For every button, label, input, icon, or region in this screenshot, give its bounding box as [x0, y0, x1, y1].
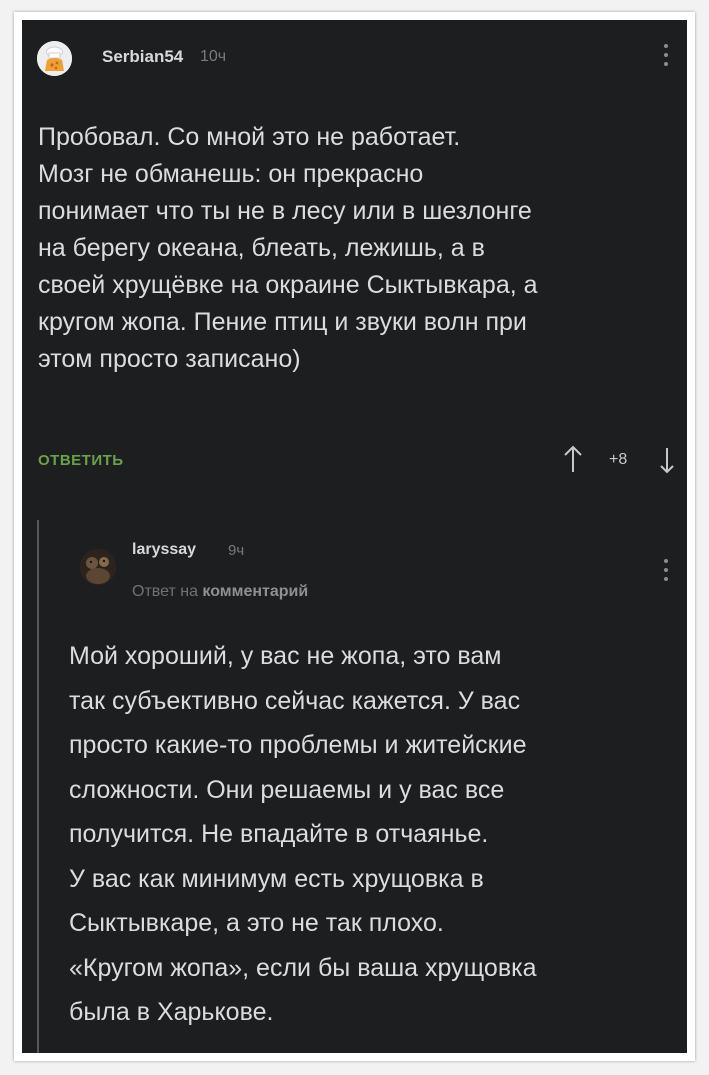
more-options-icon[interactable] — [662, 44, 670, 74]
comment-username[interactable]: Serbian54 — [102, 47, 183, 67]
screenshot-frame: Serbian54 10ч Пробовал. Со мной это не р… — [14, 12, 695, 1061]
reply-to-comment-link[interactable]: комментарий — [202, 583, 308, 600]
upvote-arrow-icon[interactable] — [562, 444, 584, 474]
comment-text: Пробовал. Со мной это не работает. Мозг … — [38, 123, 538, 373]
reply-button[interactable]: ОТВЕТИТЬ — [38, 452, 124, 469]
comment-thread: Serbian54 10ч Пробовал. Со мной это не р… — [22, 20, 687, 1053]
reply-time: 9ч — [228, 542, 245, 559]
downvote-arrow-icon[interactable] — [656, 446, 678, 476]
reply-to-prefix: Ответ на — [132, 583, 198, 600]
thread-line[interactable] — [37, 520, 39, 1053]
comment-rating: +8 — [609, 451, 628, 468]
more-options-icon[interactable] — [662, 559, 670, 589]
reply-to-line: Ответ на комментарий — [132, 583, 308, 601]
user-photo-avatar-icon[interactable] — [80, 549, 116, 585]
reply-text: Мой хороший, у вас не жопа, это вам так … — [69, 642, 537, 1026]
reply-username[interactable]: laryssay — [132, 541, 196, 559]
comment-time: 10ч — [200, 48, 227, 65]
chef-avatar-icon[interactable] — [37, 41, 72, 76]
